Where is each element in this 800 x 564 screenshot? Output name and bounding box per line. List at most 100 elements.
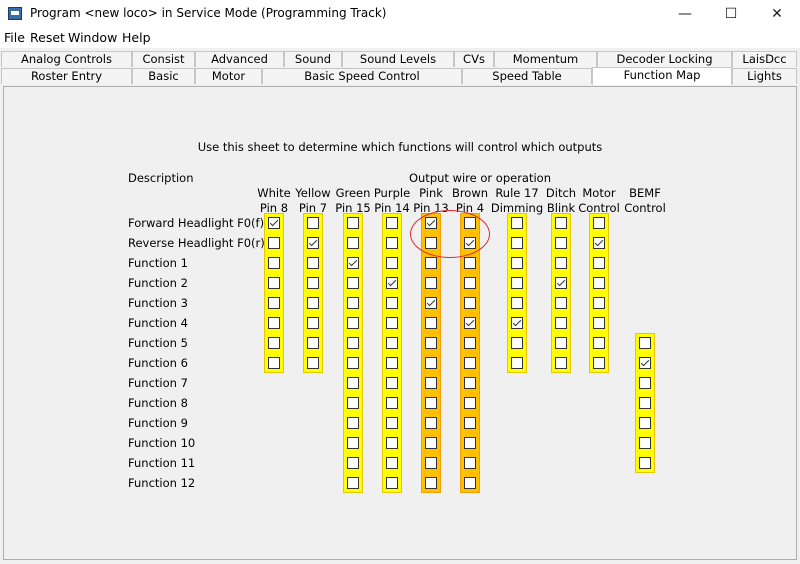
map-checkbox[interactable] xyxy=(386,377,398,389)
map-checkbox[interactable] xyxy=(347,297,359,309)
map-checkbox[interactable] xyxy=(464,337,476,349)
map-checkbox[interactable] xyxy=(347,217,359,229)
map-checkbox[interactable] xyxy=(268,257,280,269)
map-checkbox[interactable] xyxy=(386,297,398,309)
map-checkbox[interactable] xyxy=(347,237,359,249)
map-checkbox[interactable] xyxy=(347,277,359,289)
map-checkbox[interactable] xyxy=(347,457,359,469)
map-checkbox[interactable] xyxy=(511,277,523,289)
map-checkbox[interactable] xyxy=(386,317,398,329)
map-checkbox[interactable] xyxy=(386,477,398,489)
map-checkbox[interactable] xyxy=(347,477,359,489)
map-checkbox[interactable] xyxy=(464,257,476,269)
map-checkbox[interactable] xyxy=(593,257,605,269)
map-checkbox[interactable] xyxy=(593,317,605,329)
map-checkbox[interactable] xyxy=(268,297,280,309)
map-checkbox[interactable] xyxy=(425,457,437,469)
map-checkbox[interactable] xyxy=(511,317,523,329)
map-checkbox[interactable] xyxy=(347,397,359,409)
map-checkbox[interactable] xyxy=(386,357,398,369)
tab-analog-controls[interactable]: Analog Controls xyxy=(1,51,132,67)
map-checkbox[interactable] xyxy=(464,457,476,469)
menu-window[interactable]: Window xyxy=(68,30,117,45)
map-checkbox[interactable] xyxy=(307,257,319,269)
map-checkbox[interactable] xyxy=(386,257,398,269)
tab-basic[interactable]: Basic xyxy=(132,68,195,84)
maximize-button[interactable]: ☐ xyxy=(708,0,754,28)
map-checkbox[interactable] xyxy=(639,357,651,369)
map-checkbox[interactable] xyxy=(425,337,437,349)
map-checkbox[interactable] xyxy=(307,297,319,309)
map-checkbox[interactable] xyxy=(464,377,476,389)
map-checkbox[interactable] xyxy=(555,257,567,269)
map-checkbox[interactable] xyxy=(464,437,476,449)
map-checkbox[interactable] xyxy=(425,277,437,289)
map-checkbox[interactable] xyxy=(386,337,398,349)
map-checkbox[interactable] xyxy=(464,317,476,329)
map-checkbox[interactable] xyxy=(593,217,605,229)
map-checkbox[interactable] xyxy=(464,397,476,409)
map-checkbox[interactable] xyxy=(639,377,651,389)
map-checkbox[interactable] xyxy=(268,237,280,249)
tab-laisdcc[interactable]: LaisDcc xyxy=(732,51,797,67)
map-checkbox[interactable] xyxy=(464,357,476,369)
tab-roster-entry[interactable]: Roster Entry xyxy=(1,68,132,84)
map-checkbox[interactable] xyxy=(555,277,567,289)
map-checkbox[interactable] xyxy=(464,477,476,489)
map-checkbox[interactable] xyxy=(593,357,605,369)
map-checkbox[interactable] xyxy=(347,417,359,429)
map-checkbox[interactable] xyxy=(386,217,398,229)
map-checkbox[interactable] xyxy=(268,277,280,289)
map-checkbox[interactable] xyxy=(425,417,437,429)
map-checkbox[interactable] xyxy=(386,437,398,449)
tab-motor[interactable]: Motor xyxy=(195,68,262,84)
map-checkbox[interactable] xyxy=(425,357,437,369)
map-checkbox[interactable] xyxy=(386,397,398,409)
map-checkbox[interactable] xyxy=(555,217,567,229)
map-checkbox[interactable] xyxy=(268,317,280,329)
close-button[interactable]: ✕ xyxy=(754,0,800,28)
map-checkbox[interactable] xyxy=(511,257,523,269)
map-checkbox[interactable] xyxy=(307,277,319,289)
map-checkbox[interactable] xyxy=(511,217,523,229)
tab-sound[interactable]: Sound xyxy=(284,51,342,67)
map-checkbox[interactable] xyxy=(347,357,359,369)
tab-decoder-locking[interactable]: Decoder Locking xyxy=(597,51,732,67)
map-checkbox[interactable] xyxy=(425,397,437,409)
tab-lights[interactable]: Lights xyxy=(732,68,797,84)
map-checkbox[interactable] xyxy=(511,357,523,369)
map-checkbox[interactable] xyxy=(347,437,359,449)
map-checkbox[interactable] xyxy=(639,457,651,469)
tab-function-map[interactable]: Function Map xyxy=(592,67,732,85)
menu-reset[interactable]: Reset xyxy=(30,30,65,45)
map-checkbox[interactable] xyxy=(268,337,280,349)
tab-cvs[interactable]: CVs xyxy=(454,51,494,67)
map-checkbox[interactable] xyxy=(639,397,651,409)
map-checkbox[interactable] xyxy=(425,477,437,489)
map-checkbox[interactable] xyxy=(425,297,437,309)
map-checkbox[interactable] xyxy=(593,297,605,309)
map-checkbox[interactable] xyxy=(555,297,567,309)
map-checkbox[interactable] xyxy=(347,377,359,389)
tab-consist[interactable]: Consist xyxy=(132,51,195,67)
tab-sound-levels[interactable]: Sound Levels xyxy=(342,51,454,67)
tab-basic-speed-control[interactable]: Basic Speed Control xyxy=(262,68,462,84)
map-checkbox[interactable] xyxy=(307,237,319,249)
map-checkbox[interactable] xyxy=(307,357,319,369)
map-checkbox[interactable] xyxy=(386,417,398,429)
map-checkbox[interactable] xyxy=(425,437,437,449)
map-checkbox[interactable] xyxy=(386,237,398,249)
map-checkbox[interactable] xyxy=(386,277,398,289)
map-checkbox[interactable] xyxy=(639,337,651,349)
map-checkbox[interactable] xyxy=(593,337,605,349)
map-checkbox[interactable] xyxy=(593,277,605,289)
map-checkbox[interactable] xyxy=(347,337,359,349)
map-checkbox[interactable] xyxy=(639,437,651,449)
map-checkbox[interactable] xyxy=(511,237,523,249)
map-checkbox[interactable] xyxy=(555,337,567,349)
map-checkbox[interactable] xyxy=(347,257,359,269)
map-checkbox[interactable] xyxy=(386,457,398,469)
menu-help[interactable]: Help xyxy=(122,30,151,45)
map-checkbox[interactable] xyxy=(555,237,567,249)
map-checkbox[interactable] xyxy=(555,357,567,369)
